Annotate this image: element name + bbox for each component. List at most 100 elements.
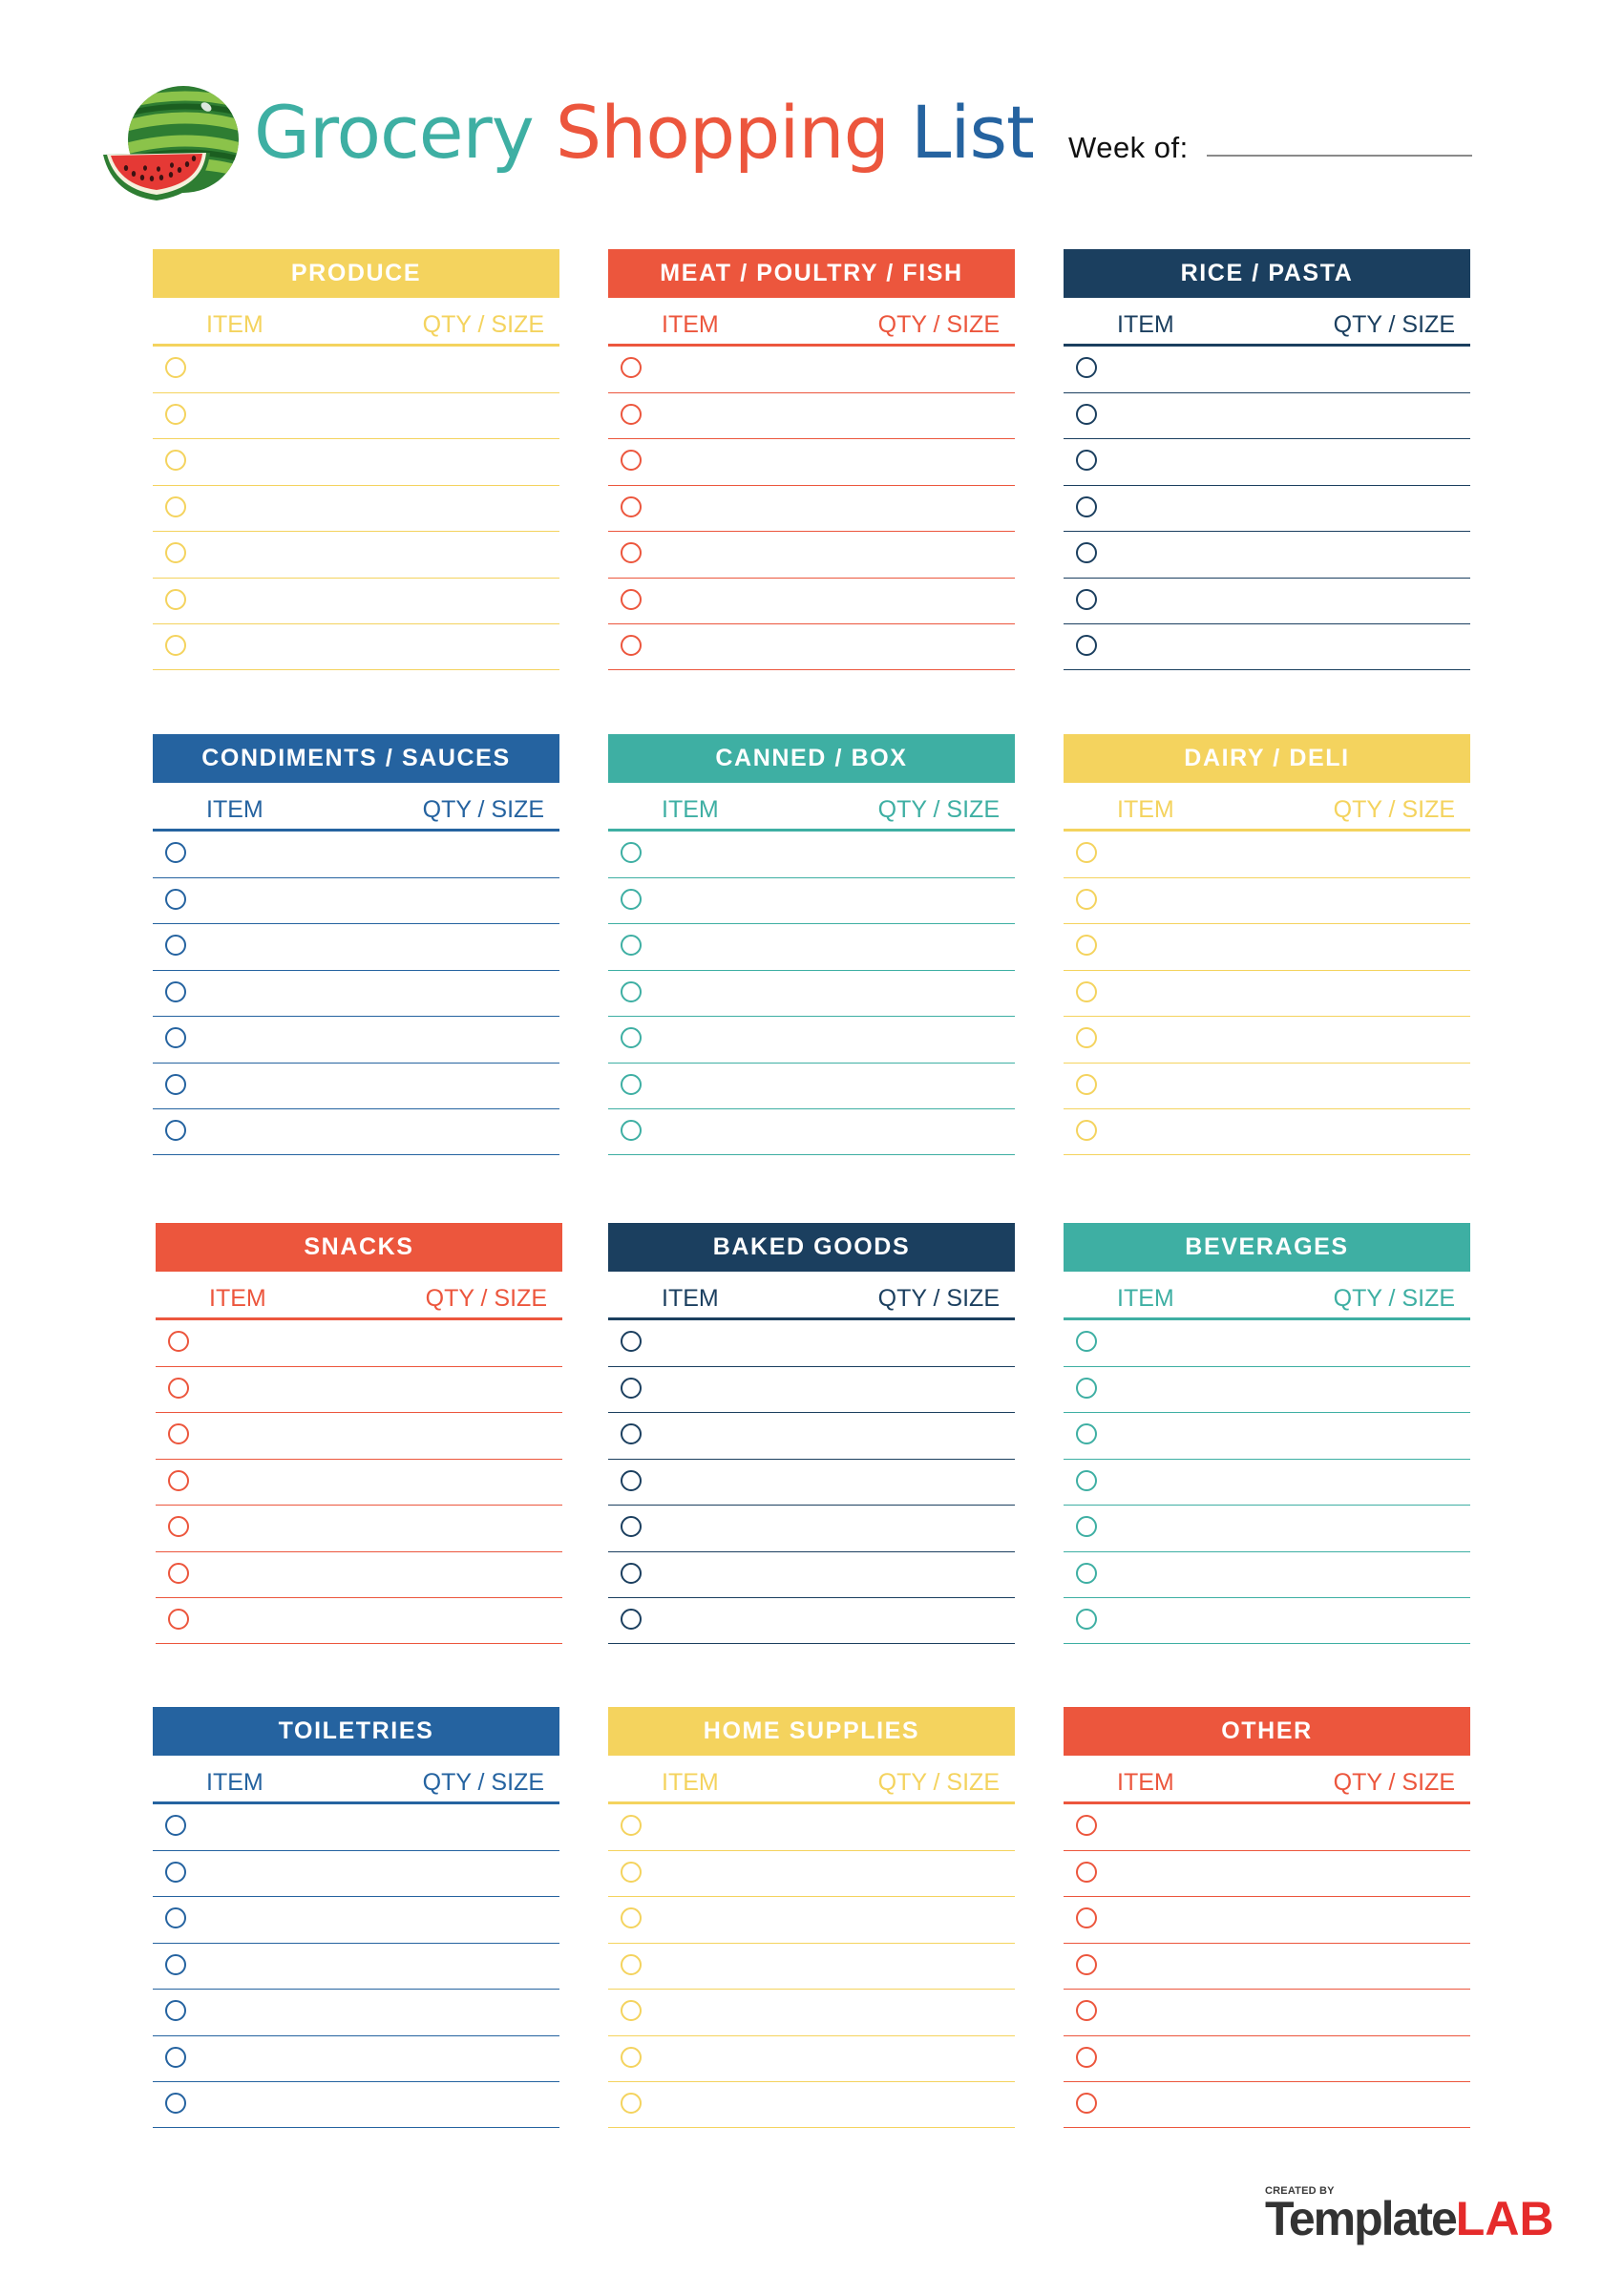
- qty-size-field[interactable]: [429, 1509, 562, 1547]
- item-field[interactable]: [200, 397, 416, 434]
- checkbox-circle-icon[interactable]: [621, 1608, 642, 1630]
- qty-size-field[interactable]: [881, 1417, 1015, 1454]
- item-field[interactable]: [1111, 443, 1327, 480]
- qty-size-field[interactable]: [426, 536, 559, 573]
- qty-size-field[interactable]: [1337, 397, 1470, 434]
- item-field[interactable]: [656, 1602, 872, 1639]
- checkbox-circle-icon[interactable]: [621, 450, 642, 472]
- qty-size-field[interactable]: [881, 350, 1015, 389]
- qty-size-field[interactable]: [1337, 1901, 1470, 1938]
- item-field[interactable]: [1111, 1808, 1327, 1846]
- qty-size-field[interactable]: [426, 2086, 559, 2123]
- checkbox-circle-icon[interactable]: [621, 935, 642, 957]
- item-field[interactable]: [200, 628, 416, 665]
- qty-size-field[interactable]: [426, 1855, 559, 1892]
- item-field[interactable]: [200, 928, 416, 965]
- qty-size-field[interactable]: [1337, 975, 1470, 1012]
- checkbox-circle-icon[interactable]: [621, 1027, 642, 1049]
- qty-size-field[interactable]: [426, 1021, 559, 1058]
- qty-size-field[interactable]: [881, 1464, 1015, 1501]
- item-field[interactable]: [656, 975, 872, 1012]
- qty-size-field[interactable]: [1337, 928, 1470, 965]
- item-field[interactable]: [200, 2040, 416, 2077]
- checkbox-circle-icon[interactable]: [1076, 1953, 1097, 1975]
- qty-size-field[interactable]: [426, 1067, 559, 1105]
- checkbox-circle-icon[interactable]: [621, 1907, 642, 1929]
- item-field[interactable]: [203, 1556, 419, 1593]
- qty-size-field[interactable]: [426, 1948, 559, 1985]
- checkbox-circle-icon[interactable]: [165, 542, 186, 564]
- qty-size-field[interactable]: [1337, 1509, 1470, 1547]
- checkbox-circle-icon[interactable]: [165, 450, 186, 472]
- checkbox-circle-icon[interactable]: [168, 1331, 189, 1352]
- checkbox-circle-icon[interactable]: [165, 889, 186, 910]
- checkbox-circle-icon[interactable]: [1076, 1907, 1097, 1929]
- qty-size-field[interactable]: [429, 1602, 562, 1639]
- checkbox-circle-icon[interactable]: [621, 1378, 642, 1399]
- checkbox-circle-icon[interactable]: [165, 980, 186, 1002]
- qty-size-field[interactable]: [1337, 1021, 1470, 1058]
- qty-size-field[interactable]: [881, 1855, 1015, 1892]
- item-field[interactable]: [200, 1855, 416, 1892]
- checkbox-circle-icon[interactable]: [165, 404, 186, 425]
- checkbox-circle-icon[interactable]: [165, 1815, 186, 1836]
- week-of-field[interactable]: [1207, 155, 1472, 157]
- qty-size-field[interactable]: [881, 928, 1015, 965]
- checkbox-circle-icon[interactable]: [165, 1027, 186, 1049]
- item-field[interactable]: [1111, 1067, 1327, 1105]
- checkbox-circle-icon[interactable]: [621, 1119, 642, 1141]
- qty-size-field[interactable]: [1337, 1993, 1470, 2031]
- item-field[interactable]: [1111, 1464, 1327, 1501]
- item-field[interactable]: [200, 582, 416, 620]
- checkbox-circle-icon[interactable]: [1076, 1119, 1097, 1141]
- item-field[interactable]: [656, 2086, 872, 2123]
- checkbox-circle-icon[interactable]: [621, 1862, 642, 1883]
- checkbox-circle-icon[interactable]: [165, 588, 186, 610]
- qty-size-field[interactable]: [881, 1808, 1015, 1846]
- item-field[interactable]: [656, 536, 872, 573]
- checkbox-circle-icon[interactable]: [1076, 889, 1097, 910]
- item-field[interactable]: [200, 882, 416, 919]
- checkbox-circle-icon[interactable]: [621, 588, 642, 610]
- qty-size-field[interactable]: [1337, 1808, 1470, 1846]
- checkbox-circle-icon[interactable]: [1076, 2000, 1097, 2022]
- checkbox-circle-icon[interactable]: [621, 1331, 642, 1352]
- qty-size-field[interactable]: [881, 1324, 1015, 1362]
- checkbox-circle-icon[interactable]: [165, 1119, 186, 1141]
- checkbox-circle-icon[interactable]: [621, 980, 642, 1002]
- checkbox-circle-icon[interactable]: [1076, 1073, 1097, 1095]
- qty-size-field[interactable]: [1337, 1067, 1470, 1105]
- item-field[interactable]: [656, 1067, 872, 1105]
- item-field[interactable]: [656, 1464, 872, 1501]
- qty-size-field[interactable]: [1337, 1371, 1470, 1408]
- qty-size-field[interactable]: [426, 882, 559, 919]
- qty-size-field[interactable]: [881, 1901, 1015, 1938]
- qty-size-field[interactable]: [881, 1509, 1015, 1547]
- qty-size-field[interactable]: [429, 1371, 562, 1408]
- item-field[interactable]: [200, 350, 416, 389]
- item-field[interactable]: [656, 1855, 872, 1892]
- item-field[interactable]: [656, 350, 872, 389]
- checkbox-circle-icon[interactable]: [165, 634, 186, 656]
- checkbox-circle-icon[interactable]: [165, 842, 186, 863]
- checkbox-circle-icon[interactable]: [621, 1562, 642, 1584]
- qty-size-field[interactable]: [426, 2040, 559, 2077]
- item-field[interactable]: [203, 1417, 419, 1454]
- item-field[interactable]: [200, 443, 416, 480]
- item-field[interactable]: [656, 1417, 872, 1454]
- checkbox-circle-icon[interactable]: [165, 1073, 186, 1095]
- qty-size-field[interactable]: [881, 628, 1015, 665]
- item-field[interactable]: [656, 490, 872, 527]
- qty-size-field[interactable]: [426, 397, 559, 434]
- checkbox-circle-icon[interactable]: [165, 1907, 186, 1929]
- qty-size-field[interactable]: [1337, 2086, 1470, 2123]
- checkbox-circle-icon[interactable]: [165, 2046, 186, 2068]
- checkbox-circle-icon[interactable]: [621, 2046, 642, 2068]
- qty-size-field[interactable]: [1337, 350, 1470, 389]
- item-field[interactable]: [1111, 1324, 1327, 1362]
- qty-size-field[interactable]: [429, 1464, 562, 1501]
- qty-size-field[interactable]: [881, 1021, 1015, 1058]
- item-field[interactable]: [200, 1808, 416, 1846]
- item-field[interactable]: [1111, 628, 1327, 665]
- qty-size-field[interactable]: [881, 443, 1015, 480]
